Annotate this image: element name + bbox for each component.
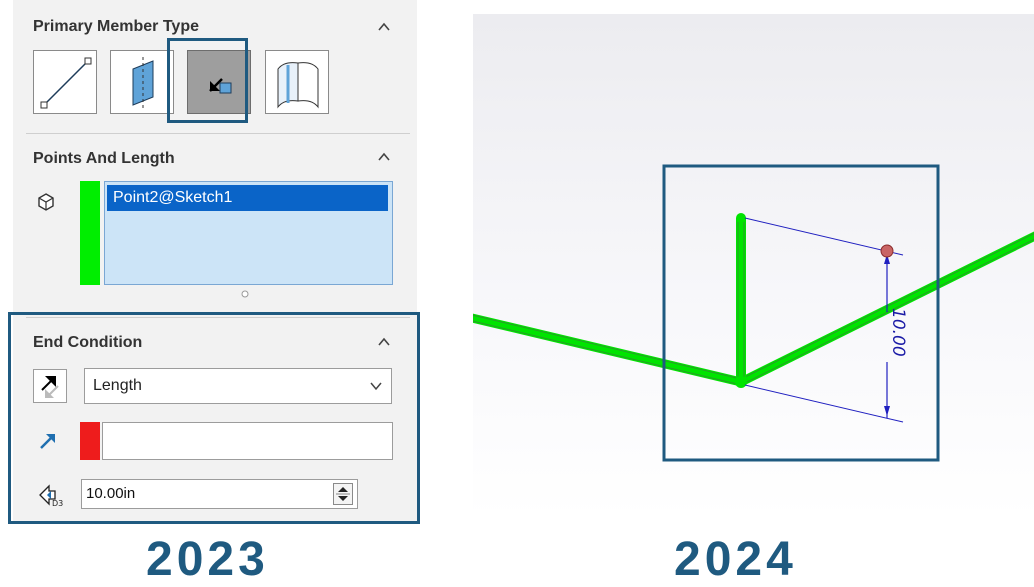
year-label-2023: 2023 <box>146 533 269 586</box>
structural-member-vertical[interactable] <box>735 213 747 388</box>
reverse-direction-button[interactable] <box>33 369 67 403</box>
length-dimension-icon: D3 <box>39 484 63 508</box>
reverse-direction-icon <box>41 376 59 398</box>
structural-member-left[interactable] <box>473 313 743 387</box>
collapse-chevron-icon[interactable] <box>377 20 391 34</box>
end-condition-dropdown[interactable]: Length <box>84 368 392 404</box>
spinner-arrows-icon <box>336 487 350 501</box>
end-condition-title: End Condition <box>33 334 143 351</box>
endpoint-handle[interactable] <box>880 244 894 258</box>
section-divider <box>26 133 410 134</box>
selection-color-indicator <box>80 181 100 285</box>
dimension-value[interactable]: 10.00 <box>888 308 908 357</box>
direction-arrow-icon <box>40 434 55 449</box>
year-label-2024: 2024 <box>674 533 797 586</box>
direction-color-indicator <box>80 422 100 460</box>
graphics-viewport[interactable]: 10.00 <box>473 14 1034 518</box>
plane-member-button[interactable] <box>110 50 174 114</box>
point-length-member-icon <box>209 78 232 94</box>
line-member-icon <box>40 57 92 109</box>
surface-member-icon <box>277 62 319 109</box>
plane-member-icon <box>132 57 154 109</box>
property-manager-panel: Primary Member Type Points And Length Po… <box>13 0 417 522</box>
surface-member-button[interactable] <box>265 50 329 114</box>
vertex-selection-icon <box>38 193 54 211</box>
primary-member-type-title: Primary Member Type <box>33 18 199 35</box>
direction-selection-field[interactable] <box>102 422 393 460</box>
length-input[interactable]: 10.00in <box>81 479 358 509</box>
section-divider <box>26 317 410 318</box>
points-selection-list[interactable]: Point2@Sketch1 <box>104 181 393 285</box>
collapse-chevron-icon[interactable] <box>377 335 391 349</box>
end-condition-value: Length <box>93 377 142 394</box>
list-item[interactable]: Point2@Sketch1 <box>107 185 388 211</box>
point-length-member-button[interactable] <box>187 50 251 114</box>
svg-text:D3: D3 <box>52 499 63 508</box>
collapse-chevron-icon[interactable] <box>377 150 391 164</box>
resize-handle-icon[interactable] <box>241 290 249 298</box>
line-member-button[interactable] <box>33 50 97 114</box>
points-and-length-title: Points And Length <box>33 150 175 167</box>
chevron-down-icon <box>370 382 382 391</box>
length-value: 10.00in <box>86 485 136 502</box>
length-spinner[interactable] <box>333 483 353 505</box>
model-canvas[interactable]: 10.00 <box>473 14 1034 518</box>
